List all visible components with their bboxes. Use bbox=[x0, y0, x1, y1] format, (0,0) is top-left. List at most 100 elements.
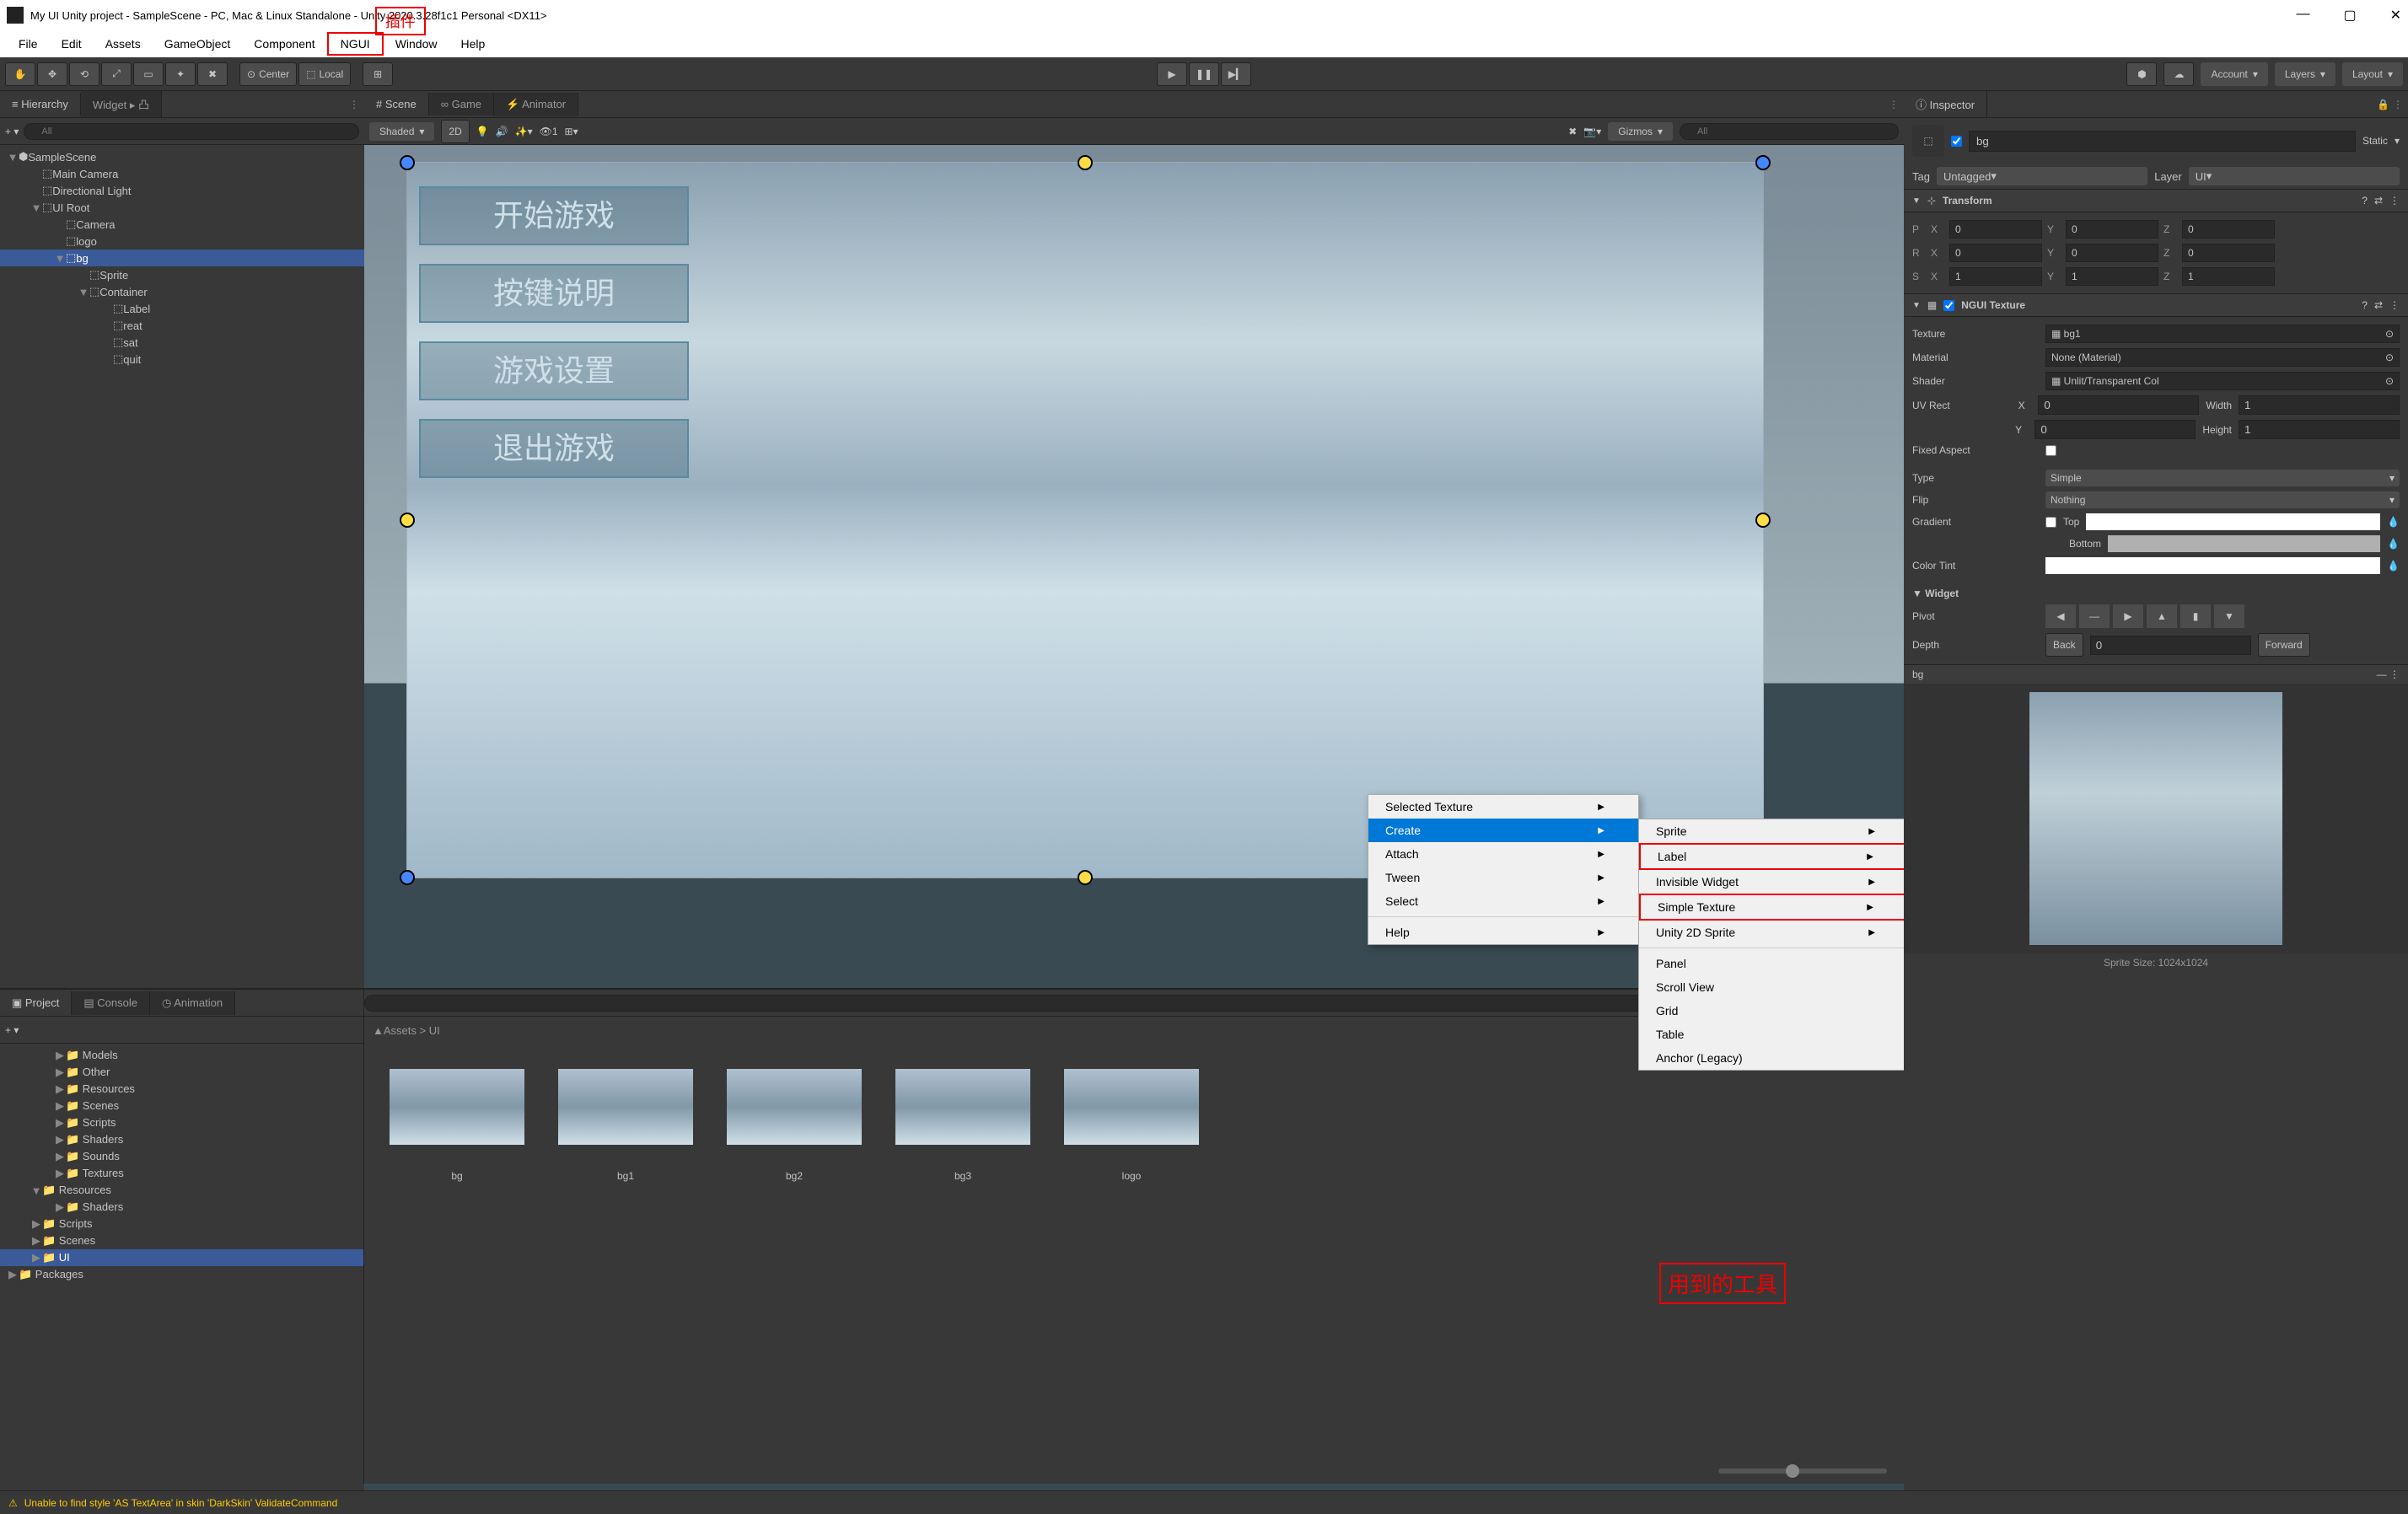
tab-project[interactable]: ▣ Project bbox=[0, 991, 72, 1015]
context-submenu-item[interactable]: Simple Texture▶ bbox=[1639, 894, 1904, 921]
hierarchy-item[interactable]: ⬚ quit bbox=[0, 351, 364, 368]
project-folder[interactable]: ▼ 📁 Resources bbox=[0, 1182, 363, 1199]
uv-x[interactable] bbox=[2038, 395, 2199, 415]
preset-icon[interactable]: ⇄ bbox=[2374, 299, 2383, 311]
pause-button[interactable]: ❚❚ bbox=[1189, 62, 1219, 86]
project-folder[interactable]: ▶ 📁 Scenes bbox=[0, 1098, 363, 1114]
handle-icon[interactable] bbox=[400, 513, 415, 528]
asset-item[interactable]: bg bbox=[390, 1069, 524, 1182]
hidden-toggle-icon[interactable]: 👁1 bbox=[540, 126, 558, 137]
hierarchy-item[interactable]: ▼⬚ UI Root bbox=[0, 199, 364, 216]
context-menu-item[interactable]: Tween▶ bbox=[1368, 866, 1638, 889]
shading-dropdown[interactable]: Shaded ▾ bbox=[369, 122, 434, 141]
project-folder[interactable]: ▶ 📁 Textures bbox=[0, 1165, 363, 1182]
pos-z[interactable] bbox=[2182, 220, 2275, 239]
context-submenu-item[interactable]: Anchor (Legacy) bbox=[1639, 1046, 1904, 1070]
maximize-button[interactable]: ▢ bbox=[2343, 7, 2356, 24]
create-dropdown[interactable]: + ▾ bbox=[5, 126, 19, 137]
menu-icon[interactable]: ⋮ bbox=[2389, 299, 2400, 311]
menu-window[interactable]: Window bbox=[384, 34, 449, 54]
project-folder[interactable]: ▶ 📁 Shaders bbox=[0, 1131, 363, 1148]
2d-toggle[interactable]: 2D bbox=[441, 120, 469, 143]
tab-animator[interactable]: ⚡ Animator bbox=[494, 93, 578, 116]
menu-icon[interactable]: ⋮ bbox=[2389, 195, 2400, 207]
tab-hierarchy[interactable]: ≡ Hierarchy bbox=[0, 93, 81, 115]
shader-field[interactable]: ▦ Unlit/Transparent Col⊙ bbox=[2045, 372, 2400, 390]
hierarchy-search[interactable] bbox=[24, 123, 359, 140]
hierarchy-item[interactable]: ▼⬚ bg bbox=[0, 250, 364, 266]
menu-component[interactable]: Component bbox=[242, 34, 326, 54]
hierarchy-item[interactable]: ⬚ sat bbox=[0, 334, 364, 351]
layout-dropdown[interactable]: Layout ▾ bbox=[2342, 62, 2403, 86]
project-folder[interactable]: ▶ 📁 UI bbox=[0, 1249, 363, 1266]
project-folder[interactable]: ▶ 📁 Scenes bbox=[0, 1232, 363, 1249]
rot-z[interactable] bbox=[2182, 244, 2275, 262]
ngui-texture-header[interactable]: ▼▦ NGUI Texture ?⇄⋮ bbox=[1904, 293, 2408, 317]
preset-icon[interactable]: ⇄ bbox=[2374, 195, 2383, 207]
eyedropper-icon[interactable]: 💧 bbox=[2387, 560, 2400, 572]
fixed-aspect-checkbox[interactable] bbox=[2045, 445, 2056, 456]
context-submenu-item[interactable]: Unity 2D Sprite▶ bbox=[1639, 921, 1904, 944]
light-toggle-icon[interactable]: 💡 bbox=[476, 126, 489, 137]
object-name-field[interactable] bbox=[1969, 131, 2356, 152]
type-dropdown[interactable]: Simple▾ bbox=[2045, 470, 2400, 486]
tab-console[interactable]: ▤ Console bbox=[72, 991, 150, 1015]
hierarchy-item[interactable]: ⬚ Main Camera bbox=[0, 165, 364, 182]
asset-item[interactable]: bg3 bbox=[895, 1069, 1030, 1182]
context-submenu-item[interactable]: Panel bbox=[1639, 952, 1904, 975]
material-field[interactable]: None (Material)⊙ bbox=[2045, 348, 2400, 367]
pos-x[interactable] bbox=[1949, 220, 2042, 239]
panel-menu-icon[interactable]: ⋮ bbox=[349, 99, 359, 110]
depth-back[interactable]: Back bbox=[2045, 633, 2083, 657]
handle-icon[interactable] bbox=[400, 870, 415, 885]
context-submenu-item[interactable]: Grid bbox=[1639, 999, 1904, 1023]
uv-y[interactable] bbox=[2034, 420, 2196, 439]
handle-toggle[interactable]: ⬚ Local bbox=[298, 62, 351, 86]
project-folder[interactable]: ▶ 📁 Shaders bbox=[0, 1199, 363, 1216]
grid-size-slider[interactable] bbox=[1718, 1468, 1887, 1474]
hierarchy-item[interactable]: ⬚ Camera bbox=[0, 216, 364, 233]
camera-icon[interactable]: 📷▾ bbox=[1583, 126, 1601, 137]
project-folder[interactable]: ▶ 📁 Other bbox=[0, 1064, 363, 1081]
project-folder[interactable]: ▶ 📁 Sounds bbox=[0, 1148, 363, 1165]
asset-item[interactable]: logo bbox=[1064, 1069, 1199, 1182]
account-dropdown[interactable]: Account ▾ bbox=[2201, 62, 2267, 86]
handle-icon[interactable] bbox=[1755, 513, 1771, 528]
scl-z[interactable] bbox=[2182, 267, 2275, 286]
hierarchy-item[interactable]: ⬚ Sprite bbox=[0, 266, 364, 283]
tab-game[interactable]: ∞ Game bbox=[429, 93, 494, 115]
menu-help[interactable]: Help bbox=[449, 34, 497, 54]
handle-icon[interactable] bbox=[1078, 155, 1093, 170]
rot-y[interactable] bbox=[2066, 244, 2158, 262]
handle-icon[interactable] bbox=[1078, 870, 1093, 885]
help-icon[interactable]: ? bbox=[2362, 195, 2368, 207]
preview-header[interactable]: bg— ⋮ bbox=[1904, 665, 2408, 684]
project-folder[interactable]: ▶ 📁 Models bbox=[0, 1047, 363, 1064]
context-submenu-item[interactable]: Invisible Widget▶ bbox=[1639, 870, 1904, 894]
menu-gameobject[interactable]: GameObject bbox=[153, 34, 243, 54]
hand-tool-icon[interactable]: ✋ bbox=[5, 62, 35, 86]
menu-file[interactable]: File bbox=[7, 34, 50, 54]
gradient-bottom-color[interactable] bbox=[2108, 535, 2380, 552]
uv-height[interactable] bbox=[2239, 420, 2400, 439]
layers-dropdown[interactable]: Layers ▾ bbox=[2275, 62, 2335, 86]
tab-widget[interactable]: Widget ▸ 凸 bbox=[81, 91, 162, 117]
cloud-icon[interactable]: ☁ bbox=[2163, 62, 2194, 86]
snap-icon[interactable]: ⊞ bbox=[363, 62, 393, 86]
tab-scene[interactable]: # Scene bbox=[364, 93, 429, 115]
collab-icon[interactable]: ⬢ bbox=[2126, 62, 2157, 86]
help-icon[interactable]: ? bbox=[2362, 299, 2368, 311]
transform-tool-icon[interactable]: ✦ bbox=[165, 62, 196, 86]
audio-toggle-icon[interactable]: 🔊 bbox=[496, 126, 508, 137]
close-button[interactable]: ✕ bbox=[2390, 7, 2401, 24]
move-tool-icon[interactable]: ✥ bbox=[37, 62, 67, 86]
play-button[interactable]: ▶ bbox=[1157, 62, 1187, 86]
context-submenu-item[interactable]: Sprite▶ bbox=[1639, 819, 1904, 843]
context-menu-item[interactable]: Create▶ bbox=[1368, 819, 1638, 842]
create-dropdown[interactable]: + ▾ bbox=[5, 1024, 19, 1036]
eyedropper-icon[interactable]: 💧 bbox=[2387, 516, 2400, 528]
menu-edit[interactable]: Edit bbox=[50, 34, 94, 54]
context-menu-item[interactable]: Attach▶ bbox=[1368, 842, 1638, 866]
uv-width[interactable] bbox=[2239, 395, 2400, 415]
flip-dropdown[interactable]: Nothing▾ bbox=[2045, 491, 2400, 508]
